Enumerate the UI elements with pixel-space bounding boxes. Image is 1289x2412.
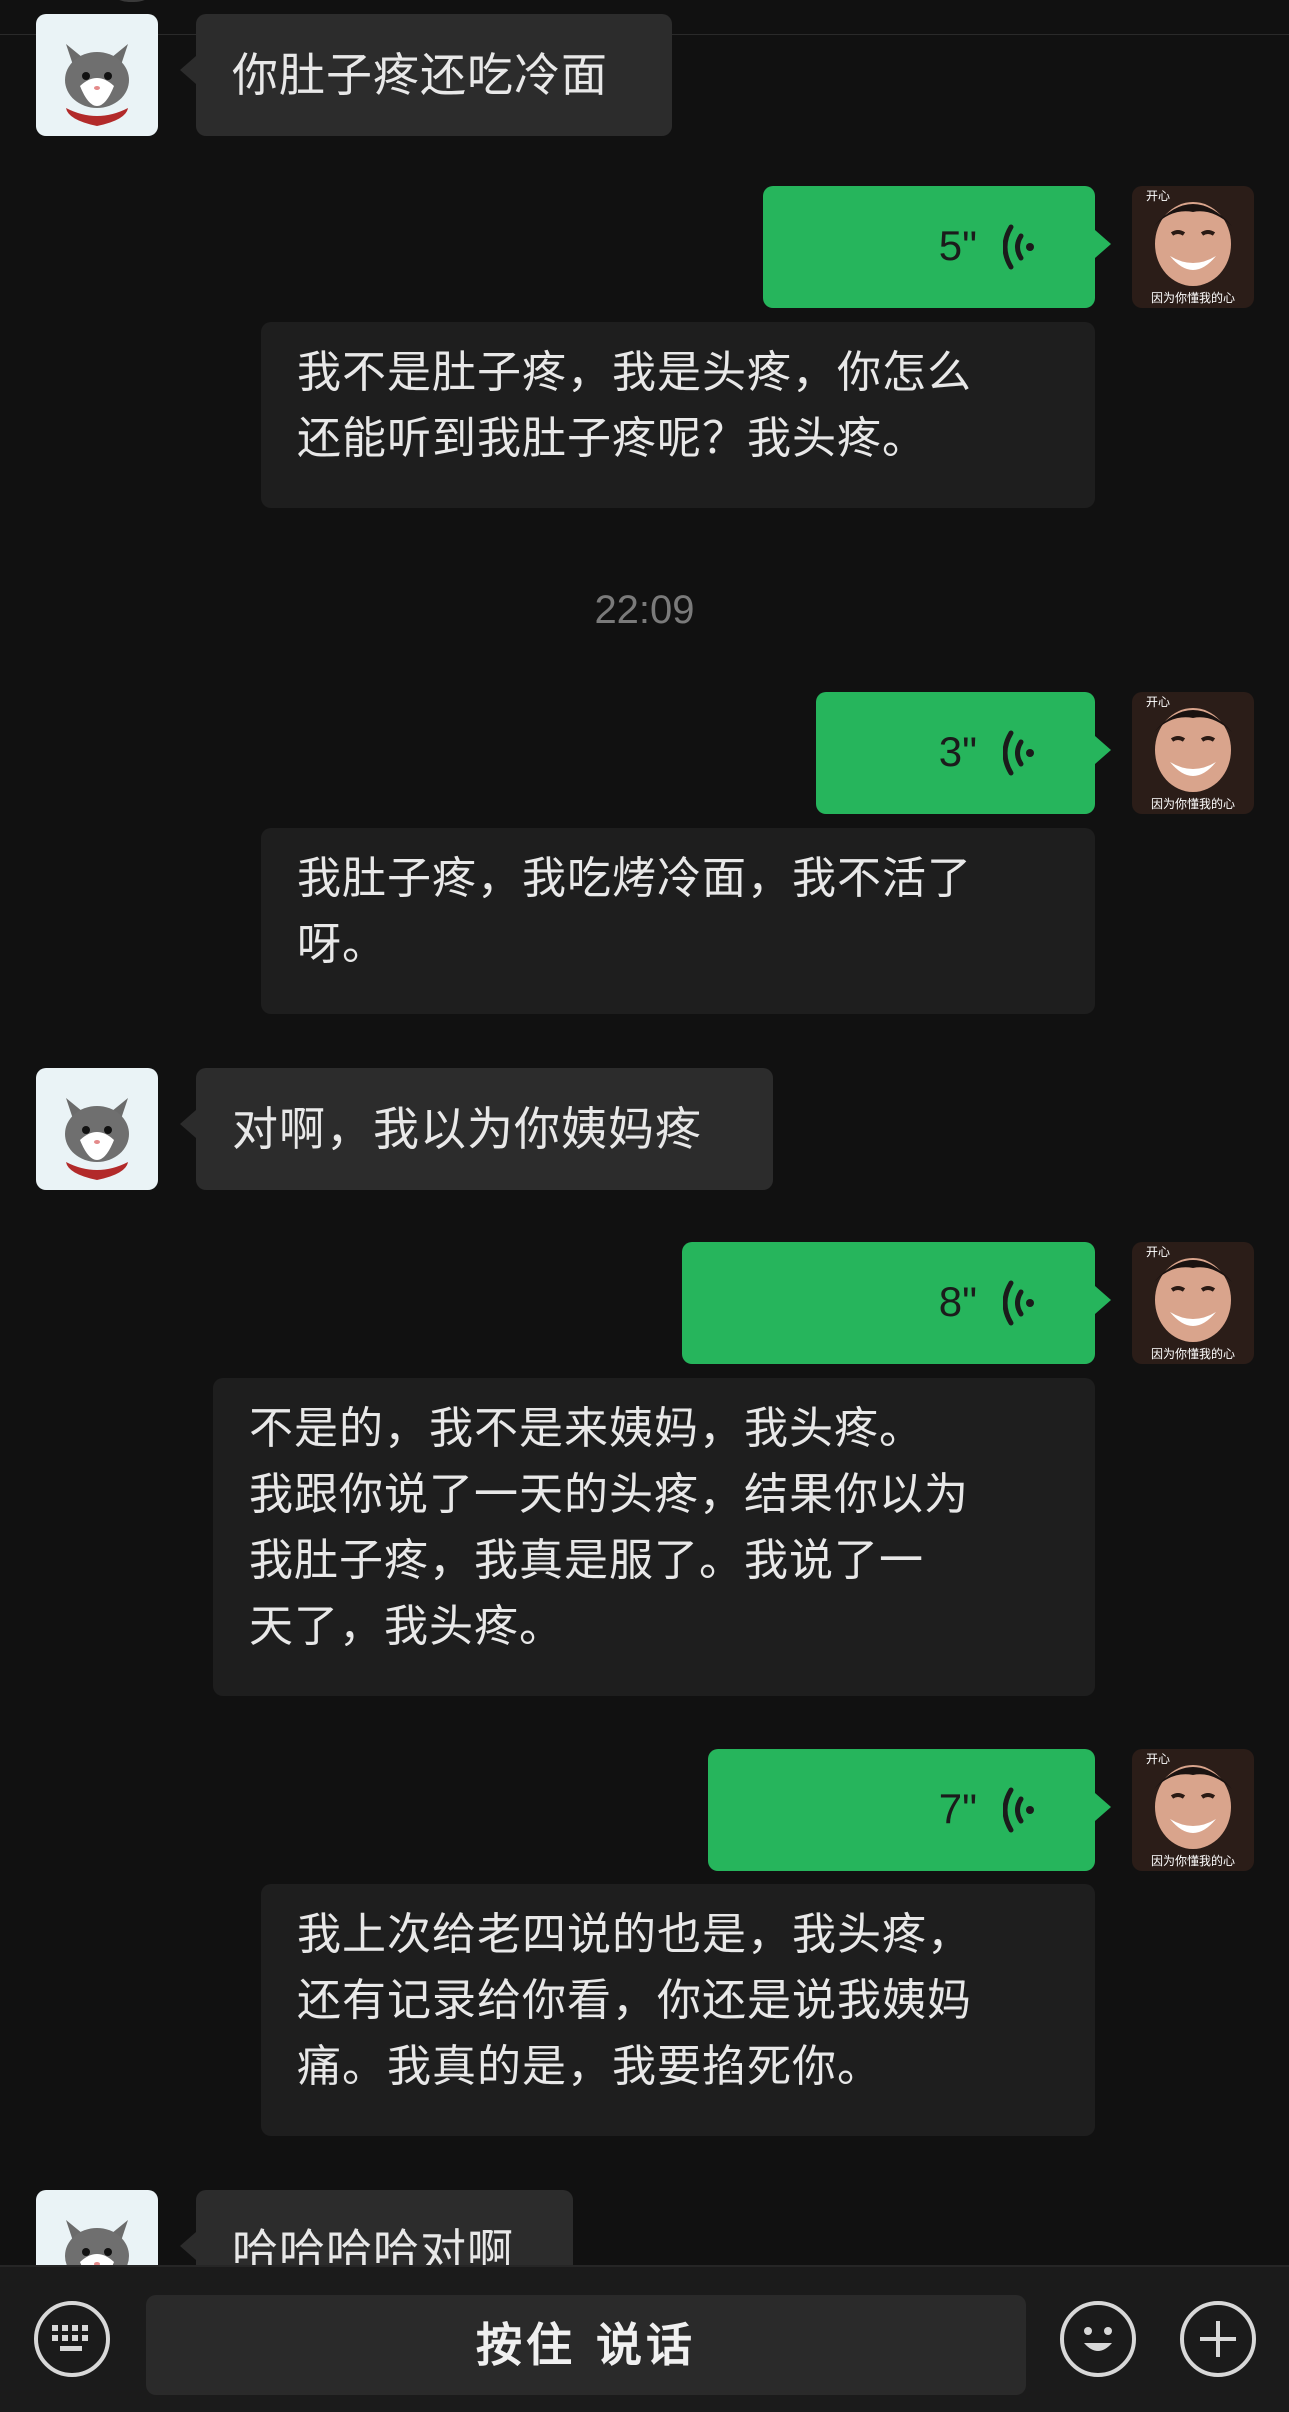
emoji-icon (1084, 2327, 1112, 2351)
message-text: 哈哈哈哈对啊 (232, 2224, 514, 2265)
self-avatar[interactable]: 因为你懂我的心 开心 (1132, 186, 1254, 308)
voice-duration: 5" (938, 222, 977, 269)
voice-transcript: 我上次给老四说的也是，我头疼， 还有记录给你看，你还是说我姨妈 痛。我真的是，我… (261, 1884, 1095, 2136)
sticker-caption: 因为你懂我的心 (1151, 290, 1235, 305)
voice-message-bubble[interactable]: 3" (816, 692, 1111, 814)
more-options-button[interactable] (1180, 2301, 1256, 2377)
cat-avatar-icon (36, 2190, 158, 2265)
contact-avatar[interactable] (36, 1068, 158, 1190)
message-bubble-received[interactable]: 对啊，我以为你姨妈疼 (180, 1068, 773, 1190)
voice-transcript: 我肚子疼，我吃烤冷面，我不活了 呀。 (261, 828, 1095, 1014)
message-text: 你肚子疼还吃冷面 (232, 48, 608, 102)
timestamp: 22:09 (594, 588, 695, 632)
voice-message-bubble[interactable]: 7" (708, 1749, 1111, 1871)
sticker-top-caption: 开心 (1146, 1245, 1170, 1259)
voice-wave-icon (1003, 1787, 1034, 1833)
transcript-text: 不是的，我不是来姨妈，我头疼。 我跟你说了一天的头疼，结果你以为 我肚子疼，我真… (249, 1403, 969, 1652)
voice-wave-icon (1003, 730, 1034, 776)
sticker-caption: 因为你懂我的心 (1151, 1346, 1235, 1361)
transcript-text: 我肚子疼，我吃烤冷面，我不活了 呀。 (297, 853, 972, 970)
message-bubble-received[interactable]: 你肚子疼还吃冷面 (180, 14, 672, 136)
plus-icon (1200, 2321, 1236, 2357)
sticker-top-caption: 开心 (1146, 189, 1170, 203)
contact-avatar[interactable] (36, 2190, 158, 2265)
hold-to-talk-button[interactable]: 按住 说话 (146, 2295, 1026, 2395)
voice-wave-icon (1003, 1280, 1034, 1326)
voice-transcript: 不是的，我不是来姨妈，我头疼。 我跟你说了一天的头疼，结果你以为 我肚子疼，我真… (213, 1378, 1095, 1696)
voice-duration: 7" (938, 1785, 977, 1832)
self-avatar[interactable]: 因为你懂我的心 开心 (1132, 1242, 1254, 1364)
message-bubble-received[interactable]: 哈哈哈哈对啊 (180, 2190, 573, 2265)
transcript-text: 我不是肚子疼，我是头疼，你怎么 还能听到我肚子疼呢？我头疼。 (297, 347, 972, 464)
input-bar: 按住 说话 (0, 2265, 1289, 2412)
chat-area[interactable]: 你肚子疼还吃冷面 5" 因为你懂我的心 开心 我不是肚子疼，我是头疼，你怎么 还… (0, 0, 1289, 2265)
keyboard-toggle-button[interactable] (34, 2301, 110, 2377)
boy-sticker-avatar-icon: 因为你懂我的心 开心 (1132, 1749, 1254, 1871)
boy-sticker-avatar-icon: 因为你懂我的心 开心 (1132, 1242, 1254, 1364)
sticker-top-caption: 开心 (1146, 695, 1170, 709)
boy-sticker-avatar-icon: 因为你懂我的心 开心 (1132, 692, 1254, 814)
cat-avatar-icon (36, 14, 158, 136)
self-avatar[interactable]: 因为你懂我的心 开心 (1132, 692, 1254, 814)
sticker-caption: 因为你懂我的心 (1151, 1853, 1235, 1868)
voice-transcript: 我不是肚子疼，我是头疼，你怎么 还能听到我肚子疼呢？我头疼。 (261, 322, 1095, 508)
message-text: 对啊，我以为你姨妈疼 (232, 1102, 702, 1156)
voice-message-bubble[interactable]: 8" (682, 1242, 1111, 1364)
voice-message-bubble[interactable]: 5" (763, 186, 1111, 308)
boy-sticker-avatar-icon: 因为你懂我的心 开心 (1132, 186, 1254, 308)
voice-duration: 3" (938, 728, 977, 775)
cat-avatar-icon (36, 1068, 158, 1190)
self-avatar[interactable]: 因为你懂我的心 开心 (1132, 1749, 1254, 1871)
voice-wave-icon (1003, 224, 1034, 270)
contact-avatar[interactable] (36, 14, 158, 136)
transcript-text: 我上次给老四说的也是，我头疼， 还有记录给你看，你还是说我姨妈 痛。我真的是，我… (297, 1909, 972, 2092)
emoji-button[interactable] (1060, 2301, 1136, 2377)
sticker-caption: 因为你懂我的心 (1151, 796, 1235, 811)
keyboard-icon (52, 2325, 88, 2351)
sticker-top-caption: 开心 (1146, 1752, 1170, 1766)
voice-duration: 8" (938, 1278, 977, 1325)
